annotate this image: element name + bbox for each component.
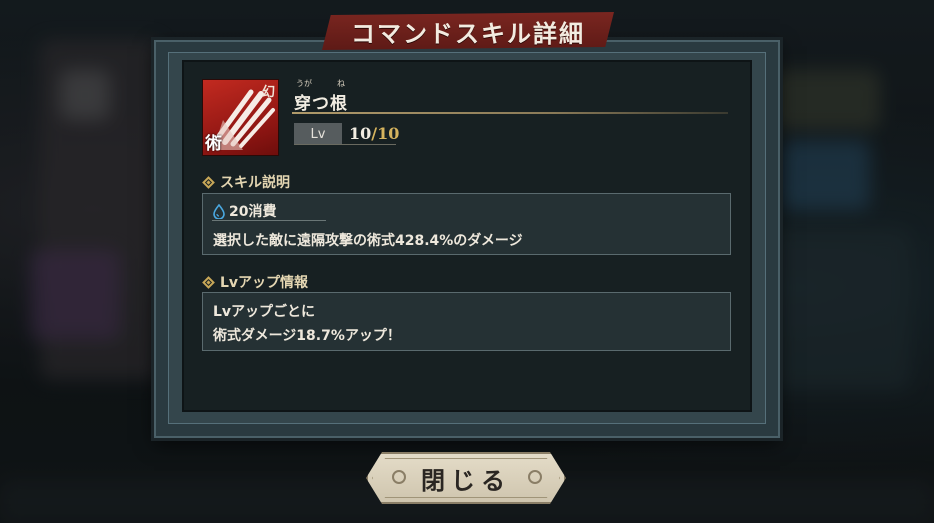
skill-name-divider [292, 112, 728, 114]
section-heading-text: スキル説明 [220, 175, 290, 191]
dialog-title: コマンドスキル詳細 [351, 19, 585, 48]
diamond-bullet-icon [202, 175, 215, 189]
skill-name-furigana: ね [337, 79, 345, 88]
level-up-text-line: 術式ダメージ18.7%アップ！ [213, 328, 401, 344]
skill-cost: 20消費 [213, 201, 276, 221]
skill-name: 穿つ根 [294, 94, 348, 114]
skill-category-glyph: 術 [205, 134, 222, 154]
claw-strike-icon: 幻 術 [202, 79, 279, 156]
skill-level-value: 10/10 [349, 124, 399, 143]
level-underline [294, 144, 396, 145]
diamond-bullet-icon [202, 275, 215, 289]
button-ornament-icon [392, 470, 406, 484]
skill-cost-text: 20消費 [229, 204, 277, 220]
section-heading-text: Lvアップ情報 [220, 275, 309, 291]
mana-drop-icon [213, 203, 225, 219]
level-label-badge: Lv [294, 123, 342, 145]
dialog-title-banner: コマンドスキル詳細 [322, 12, 614, 50]
button-ornament-icon [528, 470, 542, 484]
skill-description-text: 選択した敵に遠隔攻撃の術式428.4%のダメージ [213, 233, 523, 249]
cost-underline [212, 220, 326, 221]
skill-type-glyph: 幻 [261, 85, 275, 100]
skill-name-furigana: うが [296, 79, 312, 88]
close-button-label: 閉じる [421, 466, 511, 495]
skill-description-heading: スキル説明 [202, 172, 290, 192]
level-up-text-line: Lvアップごとに [213, 304, 316, 320]
level-up-info-heading: Lvアップ情報 [202, 272, 308, 292]
level-max: /10 [371, 124, 400, 143]
level-current: 10 [349, 124, 372, 143]
